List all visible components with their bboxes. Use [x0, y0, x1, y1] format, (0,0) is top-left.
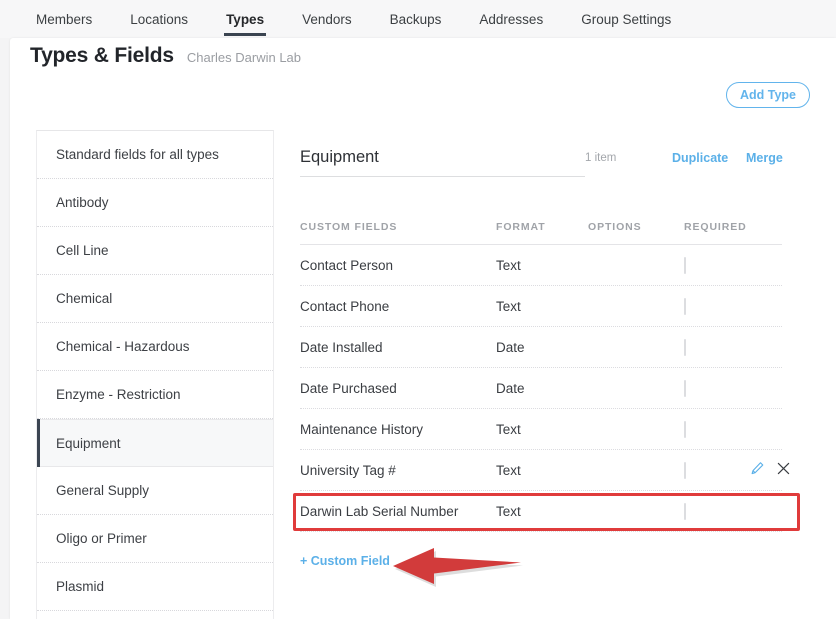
table-row[interactable]: Contact Phone Text — [300, 286, 782, 327]
merge-link[interactable]: Merge — [746, 151, 783, 165]
tab-backups[interactable]: Backups — [390, 0, 442, 36]
duplicate-link[interactable]: Duplicate — [672, 151, 728, 165]
sidebar-item-cell-line[interactable]: Cell Line — [37, 227, 273, 275]
type-detail-header: Equipment 1 item Duplicate Merge — [300, 148, 800, 177]
field-format: Text — [496, 258, 588, 273]
field-format: Text — [496, 422, 588, 437]
field-format: Date — [496, 381, 588, 396]
field-format: Date — [496, 340, 588, 355]
sidebar-item-antibody[interactable]: Antibody — [37, 179, 273, 227]
column-header-options: OPTIONS — [588, 221, 684, 233]
sidebar-item-enzyme-restriction[interactable]: Enzyme - Restriction — [37, 371, 273, 419]
sidebar-item-standard-fields[interactable]: Standard fields for all types — [37, 131, 273, 179]
sidebar-item-plasmid[interactable]: Plasmid — [37, 563, 273, 611]
field-name: Maintenance History — [300, 422, 496, 437]
table-row[interactable]: Darwin Lab Serial Number Text — [300, 491, 782, 532]
required-checkbox[interactable] — [684, 257, 686, 274]
required-checkbox[interactable] — [684, 380, 686, 397]
field-format: Text — [496, 504, 588, 519]
sidebar-item-chemical[interactable]: Chemical — [37, 275, 273, 323]
required-checkbox[interactable] — [684, 421, 686, 438]
tab-addresses[interactable]: Addresses — [479, 0, 543, 36]
required-checkbox[interactable] — [684, 503, 686, 520]
column-header-required: REQUIRED — [684, 221, 782, 233]
item-count-label: 1 item — [585, 152, 616, 164]
tab-locations[interactable]: Locations — [130, 0, 188, 36]
required-checkbox[interactable] — [684, 462, 686, 479]
field-name: Darwin Lab Serial Number — [300, 504, 496, 519]
field-format: Text — [496, 463, 588, 478]
page-title: Types & Fields — [30, 44, 174, 68]
field-name: Contact Phone — [300, 299, 496, 314]
tab-group-settings[interactable]: Group Settings — [581, 0, 671, 36]
tab-members[interactable]: Members — [36, 0, 92, 36]
field-name: Date Purchased — [300, 381, 496, 396]
sidebar-item-general-supply[interactable]: General Supply — [37, 467, 273, 515]
tab-vendors[interactable]: Vendors — [302, 0, 352, 36]
field-name: University Tag # — [300, 463, 496, 478]
sidebar-item-chemical-hazardous[interactable]: Chemical - Hazardous — [37, 323, 273, 371]
top-navigation-bar: Members Locations Types Vendors Backups … — [0, 0, 836, 38]
custom-fields-table: CUSTOM FIELDS FORMAT OPTIONS REQUIRED Co… — [300, 221, 782, 532]
field-format: Text — [496, 299, 588, 314]
delete-close-icon[interactable] — [777, 462, 790, 478]
tab-types[interactable]: Types — [226, 0, 264, 36]
table-row[interactable]: Date Installed Date — [300, 327, 782, 368]
table-row[interactable]: Date Purchased Date — [300, 368, 782, 409]
app-root: Members Locations Types Vendors Backups … — [0, 0, 836, 619]
field-name: Date Installed — [300, 340, 496, 355]
table-row[interactable]: Maintenance History Text — [300, 409, 782, 450]
column-header-custom-fields: CUSTOM FIELDS — [300, 221, 496, 233]
column-header-format: FORMAT — [496, 221, 588, 233]
add-type-button[interactable]: Add Type — [726, 82, 810, 108]
table-row[interactable]: Contact Person Text — [300, 245, 782, 286]
types-sidebar: Standard fields for all types Antibody C… — [36, 130, 274, 619]
type-name-input[interactable]: Equipment — [300, 148, 585, 177]
table-header-row: CUSTOM FIELDS FORMAT OPTIONS REQUIRED — [300, 221, 782, 245]
add-custom-field-link[interactable]: + Custom Field — [300, 554, 390, 568]
sidebar-item-equipment[interactable]: Equipment — [37, 419, 273, 467]
edit-pencil-icon[interactable] — [750, 461, 765, 479]
type-detail-panel: Equipment 1 item Duplicate Merge CUSTOM … — [300, 148, 800, 570]
page-subtitle-lab-name: Charles Darwin Lab — [187, 50, 301, 65]
field-name: Contact Person — [300, 258, 496, 273]
page-header: Types & Fields Charles Darwin Lab — [30, 44, 836, 68]
table-row[interactable]: University Tag # Text — [300, 450, 782, 491]
required-checkbox[interactable] — [684, 298, 686, 315]
sidebar-item-oligo-or-primer[interactable]: Oligo or Primer — [37, 515, 273, 563]
required-checkbox[interactable] — [684, 339, 686, 356]
row-actions — [750, 461, 790, 479]
